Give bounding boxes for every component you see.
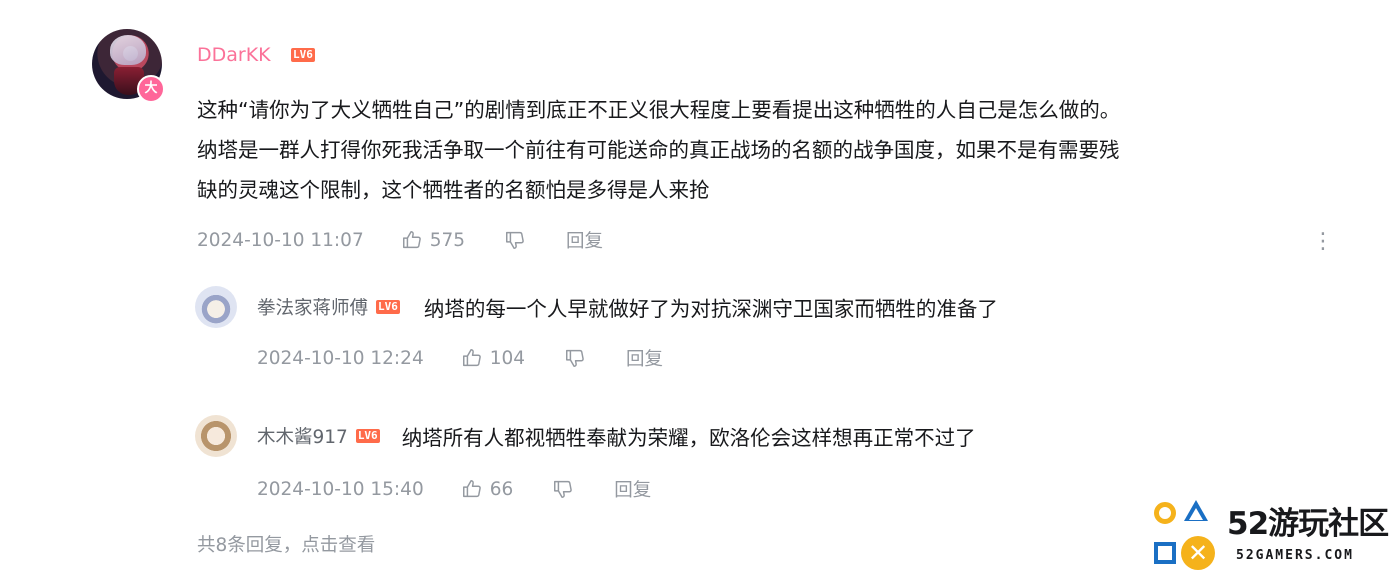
more-options-icon[interactable]: ⋮ <box>1312 228 1334 256</box>
thumbs-down-icon[interactable] <box>564 347 586 369</box>
thumbs-down-icon[interactable] <box>504 229 526 251</box>
triangle-inner <box>1189 508 1203 520</box>
watermark-brand: 52游玩社区 <box>1227 506 1389 542</box>
thumbs-up-icon[interactable] <box>461 347 483 369</box>
level-badge: LV6 <box>376 300 400 314</box>
like-count: 66 <box>489 478 514 500</box>
level-badge: LV6 <box>291 48 315 62</box>
reply-content: 纳塔的每一个人早就做好了为对抗深渊守卫国家而牺牲的准备了 <box>423 297 998 321</box>
reply-content: 纳塔所有人都视牺牲奉献为荣耀，欧洛伦会这样想再正常不过了 <box>401 426 976 450</box>
cross-icon: ✕ <box>1181 536 1215 570</box>
reply-time: 2024-10-10 12:24 <box>257 347 424 369</box>
reply-button[interactable]: 回复 <box>626 345 663 371</box>
reply-item: 木木酱917 LV6 纳塔所有人都视牺牲奉献为荣耀，欧洛伦会这样想再正常不过了 <box>257 421 976 451</box>
reply-avatar[interactable] <box>195 286 237 328</box>
view-more-replies-link[interactable]: 共8条回复，点击查看 <box>197 531 375 557</box>
square-icon <box>1154 542 1176 564</box>
comment-username[interactable]: DDarKK <box>197 44 271 66</box>
level-badge: LV6 <box>355 429 380 443</box>
comment-content: 这种“请你为了大义牺牲自己”的剧情到底正不正义很大程度上要看提出这种牺牲的人自己… <box>197 98 1121 202</box>
avatar-hair <box>110 35 146 65</box>
reply-username[interactable]: 拳法家蒋师傅 <box>257 294 368 320</box>
thumbs-up-icon[interactable] <box>401 229 423 251</box>
reply-button[interactable]: 回复 <box>614 476 651 502</box>
comment-time: 2024-10-10 11:07 <box>197 229 364 251</box>
reply-username[interactable]: 木木酱917 <box>257 423 348 449</box>
reply-item: 拳法家蒋师傅 LV6 纳塔的每一个人早就做好了为对抗深渊守卫国家而牺牲的准备了 <box>257 292 998 322</box>
reply-avatar[interactable] <box>195 415 237 457</box>
comment-meta: 2024-10-10 11:07 575 回复 <box>197 227 603 253</box>
watermark-domain: 52GAMERS.COM <box>1236 548 1354 563</box>
thumbs-down-icon[interactable] <box>552 478 574 500</box>
reply-meta: 2024-10-10 15:40 66 回复 <box>257 476 651 502</box>
like-count: 575 <box>429 229 466 251</box>
reply-button[interactable]: 回复 <box>566 227 603 253</box>
reply-meta: 2024-10-10 12:24 104 回复 <box>257 345 663 371</box>
reply-time: 2024-10-10 15:40 <box>257 478 424 500</box>
watermark-logo: ✕ 52游玩社区 52GAMERS.COM <box>1150 496 1396 576</box>
circle-icon <box>1154 502 1176 524</box>
like-count: 104 <box>489 347 526 369</box>
thumbs-up-icon[interactable] <box>461 478 483 500</box>
vip-badge: 大 <box>137 75 165 103</box>
